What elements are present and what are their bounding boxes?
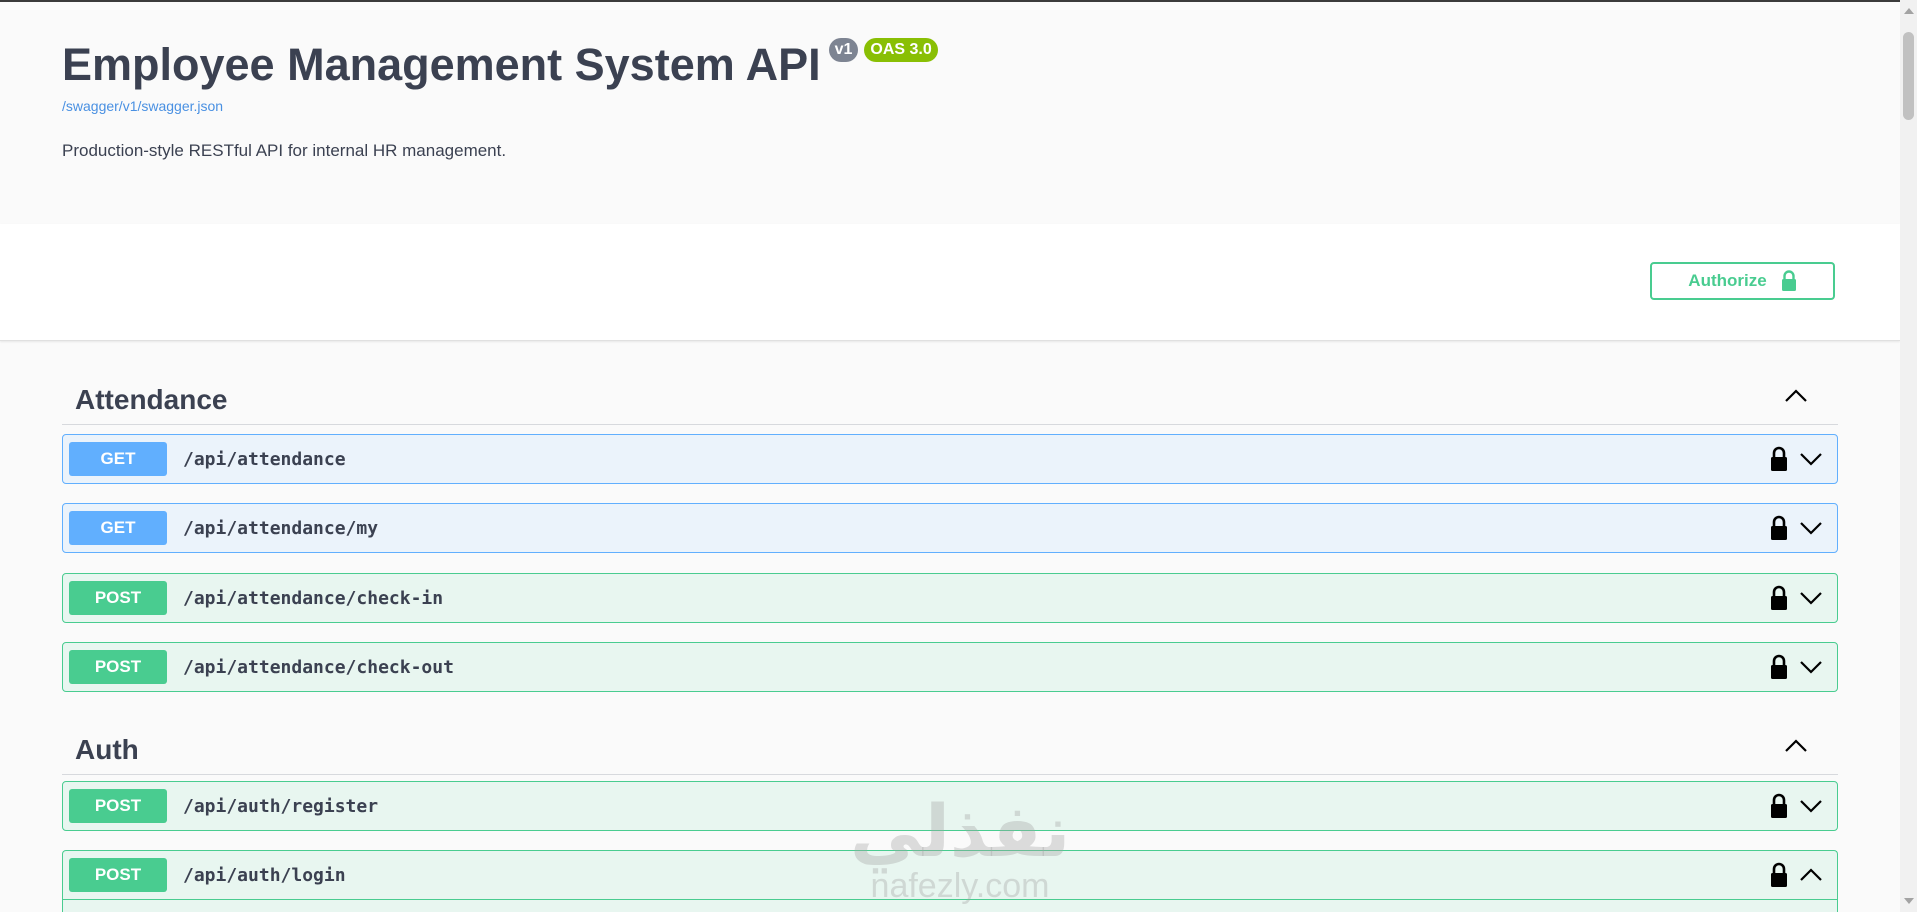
operation-get-api-attendance-my[interactable]: GET /api/attendance/my — [62, 503, 1838, 553]
authorize-button[interactable]: Authorize — [1650, 262, 1835, 300]
tag-section-auth: Auth — [62, 718, 1838, 775]
oas-version-badge: OAS 3.0 — [864, 38, 938, 62]
scroll-down-arrow-icon[interactable] — [1904, 898, 1914, 904]
chevron-down-icon[interactable] — [1799, 798, 1823, 814]
scheme-container — [0, 224, 1900, 341]
operation-path: /api/attendance — [183, 449, 346, 470]
lock-icon[interactable] — [1769, 654, 1789, 680]
lock-icon[interactable] — [1769, 446, 1789, 472]
method-badge: POST — [69, 650, 167, 684]
authorize-label: Authorize — [1688, 271, 1767, 290]
method-badge: POST — [69, 581, 167, 615]
operation-post-api-attendance-check-in[interactable]: POST /api/attendance/check-in — [62, 573, 1838, 623]
operation-post-api-auth-login[interactable]: POST /api/auth/login — [62, 850, 1838, 912]
method-badge: GET — [69, 511, 167, 545]
method-badge: POST — [69, 789, 167, 823]
chevron-down-icon[interactable] — [1799, 659, 1823, 675]
lock-icon[interactable] — [1769, 793, 1789, 819]
chevron-up-icon[interactable] — [1784, 388, 1808, 404]
swagger-json-link[interactable]: /swagger/v1/swagger.json — [62, 98, 223, 114]
operation-path: /api/auth/register — [183, 796, 379, 817]
operation-path: /api/attendance/my — [183, 518, 379, 539]
tag-title-attendance: Attendance — [75, 384, 228, 415]
lock-icon — [1781, 270, 1796, 291]
operation-post-api-auth-register[interactable]: POST /api/auth/register — [62, 781, 1838, 831]
chevron-down-icon[interactable] — [1799, 451, 1823, 467]
scroll-up-arrow-icon[interactable] — [1904, 8, 1914, 14]
tag-section-attendance: Attendance — [62, 368, 1838, 425]
operation-path: /api/attendance/check-in — [183, 588, 444, 609]
lock-icon[interactable] — [1769, 515, 1789, 541]
chevron-down-icon[interactable] — [1799, 590, 1823, 606]
api-title: Employee Management System API — [62, 39, 821, 90]
lock-icon[interactable] — [1769, 862, 1789, 888]
version-badge: v1 — [828, 38, 859, 62]
vertical-scrollbar[interactable] — [1900, 0, 1917, 912]
tag-header-attendance[interactable]: Attendance — [62, 368, 1838, 425]
lock-icon[interactable] — [1769, 585, 1789, 611]
method-badge: POST — [69, 858, 167, 892]
chevron-up-icon[interactable] — [1799, 867, 1823, 883]
operation-path: /api/auth/login — [183, 865, 346, 886]
tag-header-auth[interactable]: Auth — [62, 718, 1838, 775]
login-operation-divider — [62, 899, 1838, 900]
chevron-up-icon[interactable] — [1784, 738, 1808, 754]
api-info-header — [0, 2, 1900, 224]
tag-title-auth: Auth — [75, 734, 139, 765]
operation-get-api-attendance[interactable]: GET /api/attendance — [62, 434, 1838, 484]
api-description: Production-style RESTful API for interna… — [62, 141, 507, 160]
operation-post-api-attendance-check-out[interactable]: POST /api/attendance/check-out — [62, 642, 1838, 692]
chevron-down-icon[interactable] — [1799, 520, 1823, 536]
operation-path: /api/attendance/check-out — [183, 657, 454, 678]
scrollbar-thumb[interactable] — [1903, 32, 1914, 120]
api-title-row: Employee Management System API v1 OAS 3.… — [62, 38, 938, 92]
method-badge: GET — [69, 442, 167, 476]
